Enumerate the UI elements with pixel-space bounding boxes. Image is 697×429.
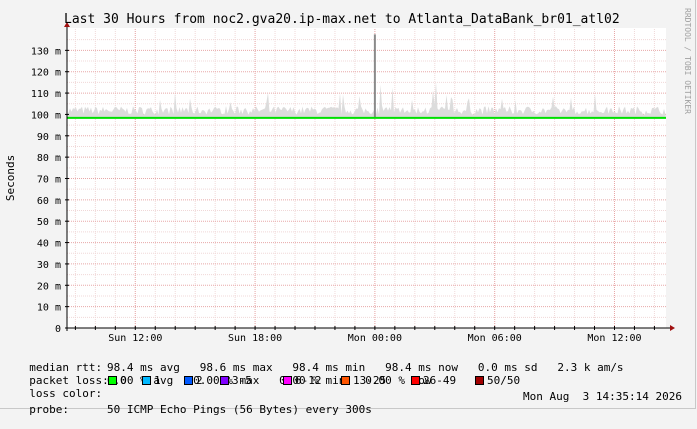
loss-color-item: 50/50 — [475, 374, 520, 387]
loss-color-label-item: 0 — [120, 374, 127, 387]
y-tick-label: 20 m — [37, 281, 61, 292]
loss-color-label-item: 1 — [154, 374, 161, 387]
y-tick-label: 40 m — [37, 239, 61, 250]
x-tick-label: Sun 12:00 — [108, 333, 162, 344]
loss-color-label-item: 13-25 — [353, 374, 387, 387]
y-tick-label: 60 m — [37, 196, 61, 207]
loss-color-swatch — [283, 376, 292, 385]
loss-color-item: 2 — [184, 374, 203, 387]
x-tick-label: Mon 06:00 — [468, 333, 522, 344]
loss-color-label-item: 3-5 — [232, 374, 252, 387]
loss-color-label-item: 26-49 — [423, 374, 457, 387]
plot-area — [67, 28, 666, 328]
loss-color-item: 0 — [108, 374, 127, 387]
grid — [67, 28, 666, 328]
loss-color-label-item: 50/50 — [487, 374, 521, 387]
y-ticks: 0 10 m 20 m 30 m 40 m 50 m 60 m 70 m 80 m 90 m 100… — [31, 46, 61, 335]
loss-color-row: loss color: 0 1 2 3-5 6-12 13-25 26-49 50/50 — [16, 374, 696, 400]
loss-color-item: 6-12 — [283, 374, 322, 387]
median-rtt-row: median rtt: 98.4 ms avg 98.6 ms max 98.4 … — [16, 348, 623, 374]
y-tick-label: 120 m — [31, 68, 61, 79]
y-tick-label: 110 m — [31, 89, 61, 100]
timestamp: Mon Aug 3 14:35:14 2026 — [523, 390, 682, 403]
loss-color-swatch — [184, 376, 193, 385]
rtt-chart: 0 10 m 20 m 30 m 40 m 50 m 60 m 70 m 80 m 90 m 100… — [4, 8, 692, 344]
x-tick-label: Mon 00:00 — [348, 333, 402, 344]
loss-color-swatch — [411, 376, 420, 385]
y-axis-label: Seconds — [4, 155, 17, 201]
probe-row: probe: 50 ICMP Echo Pings (56 Bytes) ever… — [16, 390, 682, 416]
loss-color-swatch — [475, 376, 484, 385]
y-tick-label: 90 m — [37, 132, 61, 143]
loss-color-swatch — [341, 376, 350, 385]
loss-color-swatch — [220, 376, 229, 385]
y-tick-label: 50 m — [37, 217, 61, 228]
x-tick-label: Mon 12:00 — [587, 333, 641, 344]
x-ticks: Sun 12:00 Sun 18:00 Mon 00:00 Mon 06:00 Mon … — [108, 333, 641, 344]
y-tick-label: 130 m — [31, 46, 61, 57]
y-tick-label: 80 m — [37, 153, 61, 164]
packet-loss-row: packet loss: 0.00 % avg 0.00 % max 0.00 %… — [16, 361, 431, 387]
loss-color-item: 1 — [142, 374, 161, 387]
y-tick-label: 30 m — [37, 260, 61, 271]
median-rtt-values: 98.4 ms avg 98.6 ms max 98.4 ms min 98.4… — [107, 361, 624, 374]
x-tick-label: Sun 18:00 — [228, 333, 282, 344]
y-tick-label: 0 — [55, 324, 61, 335]
loss-color-swatch — [108, 376, 117, 385]
y-tick-label: 10 m — [37, 303, 61, 314]
y-tick-label: 100 m — [31, 110, 61, 121]
loss-color-item: 3-5 — [220, 374, 252, 387]
x-axis-arrow — [670, 325, 675, 331]
loss-color-label-item: 6-12 — [295, 374, 322, 387]
loss-color-item: 26-49 — [411, 374, 456, 387]
loss-color-label-item: 2 — [196, 374, 203, 387]
chart-title: Last 30 Hours from noc2.gva20.ip-max.net… — [64, 12, 620, 27]
loss-color-swatch — [142, 376, 151, 385]
loss-color-item: 13-25 — [341, 374, 386, 387]
y-tick-label: 70 m — [37, 175, 61, 186]
rrdtool-credit: RRDTOOL / TOBI OETIKER — [683, 8, 692, 114]
